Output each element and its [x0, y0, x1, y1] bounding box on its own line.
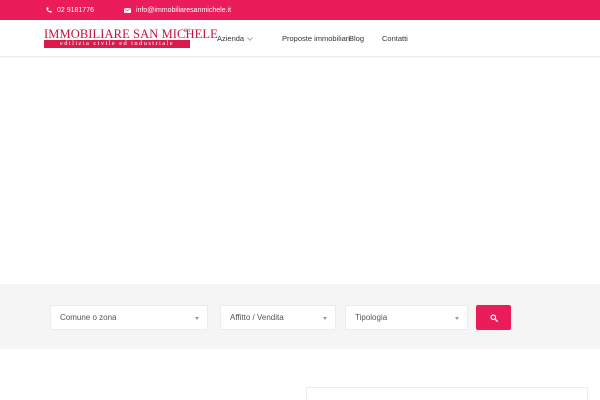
- phone-icon: [46, 7, 52, 13]
- logo-suffix: Srl: [184, 29, 190, 34]
- nav-item-label: Azienda: [217, 34, 245, 43]
- hero-area: [0, 58, 600, 284]
- site-logo[interactable]: IMMOBILIARE SAN MICHELE Srl edilizia civ…: [44, 28, 218, 49]
- property-type-select[interactable]: Tipologia: [345, 305, 468, 330]
- contract-type-select[interactable]: Affitto / Vendita: [220, 305, 336, 330]
- nav-item-azienda[interactable]: Azienda: [217, 20, 253, 57]
- contact-email[interactable]: info@immobiliaresanmichele.it: [124, 0, 231, 20]
- logo-tagline: edilizia civile ed industriale: [44, 40, 190, 48]
- search-button[interactable]: [476, 305, 511, 330]
- content-card: [306, 387, 588, 400]
- phone-number: 02 9181776: [57, 6, 94, 14]
- caret-down-icon: [455, 317, 459, 320]
- nav-item-label: Proposte immobiliari: [282, 34, 350, 43]
- envelope-icon: [124, 7, 131, 13]
- location-placeholder: Comune o zona: [60, 313, 117, 322]
- nav-item-contatti[interactable]: Contatti: [382, 20, 408, 57]
- contract-placeholder: Affitto / Vendita: [230, 313, 284, 322]
- nav-item-proposte-immobiliari[interactable]: Proposte immobiliari: [282, 20, 350, 57]
- nav-item-blog[interactable]: Blog: [349, 20, 364, 57]
- caret-down-icon: [323, 317, 327, 320]
- nav-item-label: Blog: [349, 34, 365, 43]
- chevron-down-icon: [247, 34, 253, 41]
- caret-down-icon: [195, 317, 199, 320]
- nav-item-label: Contatti: [382, 34, 408, 43]
- email-address: info@immobiliaresanmichele.it: [136, 6, 232, 14]
- type-placeholder: Tipologia: [355, 313, 388, 322]
- search-icon: [489, 313, 498, 322]
- contact-phone[interactable]: 02 9181776: [46, 0, 94, 20]
- location-select[interactable]: Comune o zona: [50, 305, 208, 330]
- logo-title: IMMOBILIARE SAN MICHELE: [44, 27, 218, 41]
